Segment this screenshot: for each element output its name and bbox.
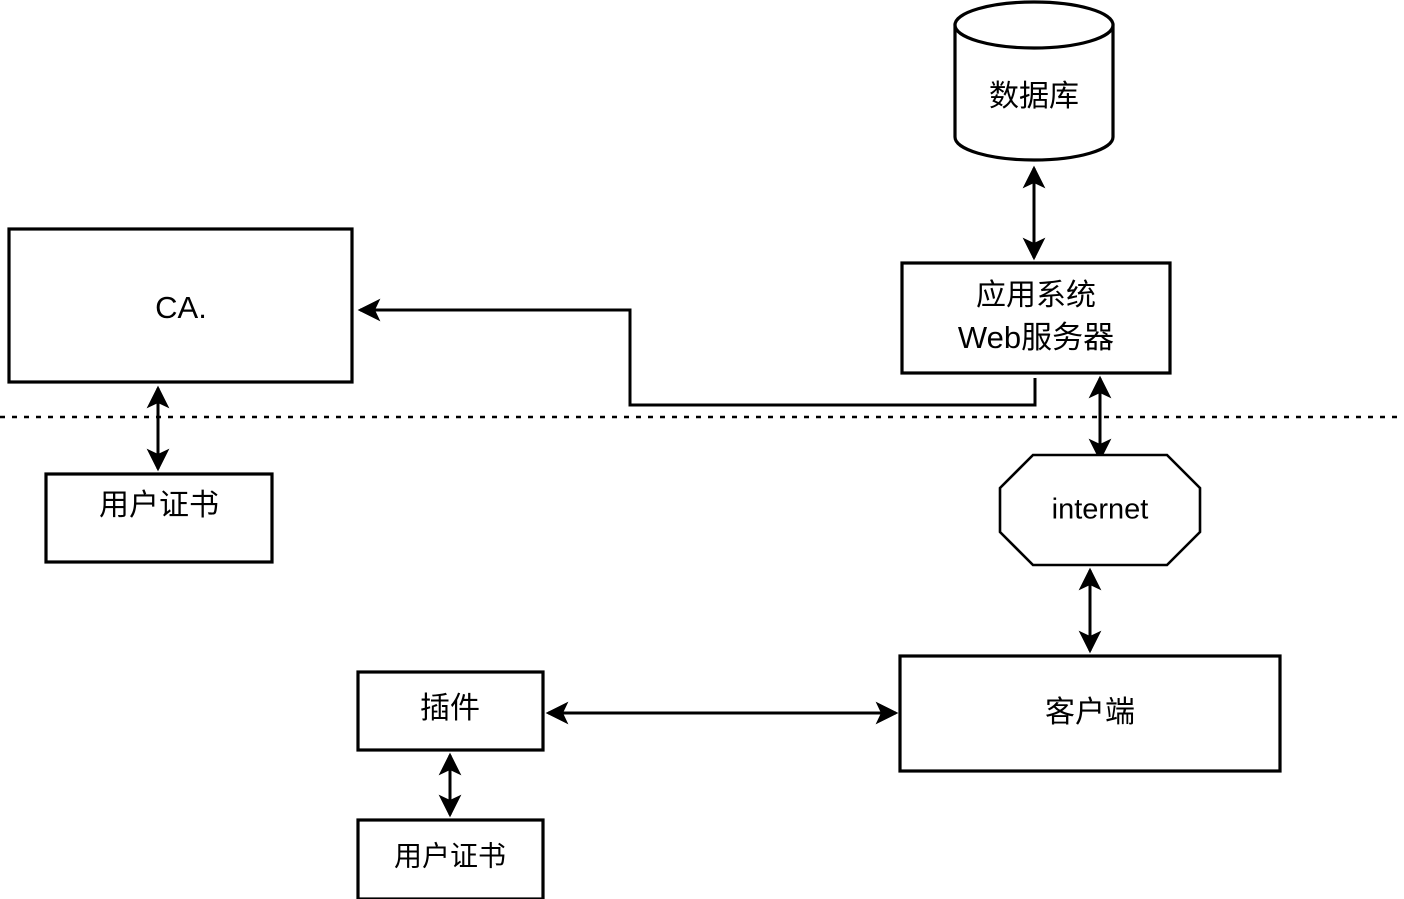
node-database: 数据库	[953, 0, 1115, 162]
app-web-server-label-line2: Web服务器	[958, 320, 1114, 355]
node-user-cert-plugin: 用户证书	[356, 818, 545, 899]
internet-label: internet	[1052, 494, 1149, 526]
node-app-web-server: 应用系统 Web服务器	[900, 261, 1172, 375]
app-web-server-label-line1: 应用系统	[976, 279, 1096, 312]
plugin-label: 插件	[420, 692, 480, 725]
client-label: 客户端	[1045, 696, 1135, 729]
node-client: 客户端	[898, 654, 1282, 773]
node-internet: internet	[998, 453, 1202, 567]
ca-label: CA.	[155, 290, 207, 325]
database-cylinder-top	[953, 0, 1115, 50]
node-plugin: 插件	[356, 670, 545, 752]
node-ca: CA.	[7, 227, 354, 384]
database-label: 数据库	[989, 80, 1079, 113]
user-cert-ca-label: 用户证书	[99, 489, 219, 522]
diagram-root: 数据库 应用系统 Web服务器 CA. 用户证书 internet 客户端 插件…	[0, 0, 1404, 899]
user-cert-plugin-label: 用户证书	[394, 840, 506, 871]
diagram-canvas: 数据库 应用系统 Web服务器 CA. 用户证书 internet 客户端 插件…	[0, 0, 1404, 899]
node-user-cert-ca: 用户证书	[44, 472, 274, 564]
